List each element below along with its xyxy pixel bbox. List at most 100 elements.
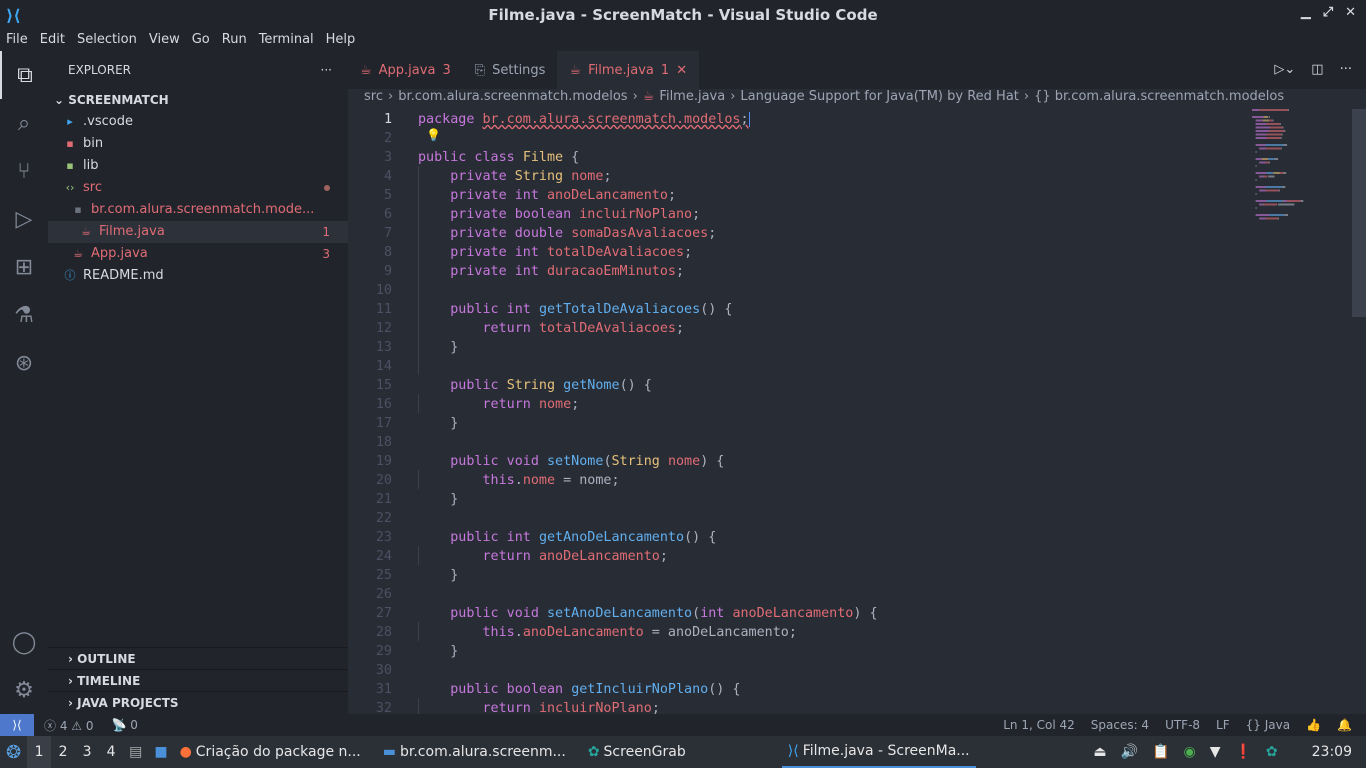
remote-icon[interactable]: ⟩⟨ (0, 714, 34, 736)
code-token: public void (418, 454, 547, 469)
timeline-panel[interactable]: › TIMELINE (48, 669, 348, 691)
notifications-icon[interactable]: 🔔 (1337, 718, 1352, 732)
close-tab-icon[interactable]: ✕ (676, 63, 687, 78)
clock[interactable]: 23:09 (1312, 744, 1352, 760)
menu-view[interactable]: View (143, 30, 186, 51)
eject-icon[interactable]: ⏏ (1093, 744, 1106, 760)
code-token: return (418, 321, 539, 336)
java-projects-panel[interactable]: › JAVA PROJECTS (48, 691, 348, 713)
code-token: getNome (563, 378, 620, 393)
tree-item[interactable]: ▪ bin (48, 133, 348, 155)
menu-run[interactable]: Run (216, 30, 253, 51)
tree-item[interactable]: ▪ br.com.alura.screenmatch.mode... (48, 199, 348, 221)
taskbar-app-label: ScreenGrab (603, 744, 686, 760)
code-token: private (418, 169, 515, 184)
taskbar-app-label: Filme.java - ScreenMa... (802, 743, 970, 759)
taskbar-app[interactable]: ▬ br.com.alura.screenm... (377, 736, 572, 768)
workspace-2[interactable]: 2 (51, 736, 75, 768)
menu-selection[interactable]: Selection (71, 30, 143, 51)
workspace-3[interactable]: 3 (75, 736, 99, 768)
cursor-position[interactable]: Ln 1, Col 42 (1003, 718, 1075, 732)
encoding[interactable]: UTF-8 (1165, 718, 1200, 732)
file-manager-launcher-icon[interactable]: ▤ (123, 736, 148, 768)
workspace-1[interactable]: 1 (27, 736, 52, 768)
folder-lib-icon: ▪ (66, 159, 74, 172)
language-mode[interactable]: {} Java (1246, 718, 1290, 732)
screengrab-tray-icon[interactable]: ✿ (1266, 744, 1278, 760)
git-graph-icon[interactable]: ⊛ (0, 339, 48, 387)
maximize-button[interactable]: ⤢ (1323, 5, 1333, 20)
manage-gear-icon[interactable]: ⚙ (0, 666, 48, 714)
vertical-scrollbar[interactable] (1352, 109, 1366, 317)
code-token: public int (418, 302, 539, 317)
tree-item[interactable]: ☕ Filme.java 1 (48, 221, 348, 243)
lightbulb-icon[interactable]: 💡 (426, 128, 441, 142)
clipboard-icon[interactable]: 📋 (1152, 744, 1169, 760)
code-token: private double (418, 226, 572, 241)
settings-file-icon: ⎘ (474, 62, 486, 78)
breadcrumb-item[interactable]: Filme.java (659, 89, 725, 109)
testing-icon[interactable]: ⚗ (0, 291, 48, 339)
code-token: ) { (700, 454, 725, 469)
java-icon: ☕ (73, 247, 83, 260)
tab-filme-java[interactable]: ☕ Filme.java 1 ✕ (557, 51, 700, 89)
folder-icon: ▪ (74, 203, 82, 216)
breadcrumb-item[interactable]: br.com.alura.screenmatch.modelos (398, 89, 627, 109)
breadcrumb-item[interactable]: src (364, 89, 383, 109)
menu-edit[interactable]: Edit (34, 30, 71, 51)
search-icon[interactable]: ⌕ (0, 99, 48, 147)
workspace-root[interactable]: ⌄ SCREENMATCH (48, 89, 348, 111)
menu-file[interactable]: File (0, 30, 34, 51)
source-control-icon[interactable]: ⑂ (0, 147, 48, 195)
tree-item[interactable]: ▸ .vscode (48, 111, 348, 133)
problems-indicator[interactable]: ⓧ 4 ⚠ 0 (44, 717, 94, 734)
taskbar-app[interactable]: ✿ ScreenGrab (582, 736, 692, 768)
line-number: 31 (375, 682, 392, 697)
code-editor[interactable]: 💡 1 package br.com.alura.screenmatch.mode… (348, 109, 1366, 714)
wifi-icon[interactable]: ▼ (1210, 744, 1221, 760)
eol[interactable]: LF (1216, 718, 1230, 732)
record-icon[interactable]: ◉ (1183, 744, 1195, 760)
tab-settings[interactable]: ⎘ Settings (463, 51, 558, 89)
run-icon[interactable]: ▷⌄ (1274, 62, 1295, 77)
more-actions-icon[interactable]: ··· (321, 63, 332, 77)
breadcrumb-item[interactable]: Language Support for Java(TM) by Red Hat (740, 89, 1018, 109)
outline-panel[interactable]: › OUTLINE (48, 647, 348, 669)
files-icon[interactable]: ⧉ (0, 51, 48, 99)
line-number: 29 (375, 644, 392, 659)
tree-item[interactable]: ⓘ README.md (48, 265, 348, 287)
update-notifier-icon[interactable]: ❗ (1234, 744, 1251, 760)
code-line: } (418, 414, 458, 433)
accounts-icon[interactable]: ◯ (0, 618, 48, 666)
code-token: getIncluirNoPlano (571, 682, 709, 697)
code-token: String (506, 378, 564, 393)
run-debug-icon[interactable]: ▷ (0, 195, 48, 243)
tree-item[interactable]: ☕ App.java 3 (48, 243, 348, 265)
tree-item[interactable]: ▪ lib (48, 155, 348, 177)
menu-go[interactable]: Go (186, 30, 216, 51)
menu-help[interactable]: Help (320, 30, 362, 51)
taskbar-app[interactable]: ⟩⟨ Filme.java - ScreenMa... (781, 736, 976, 768)
tree-item[interactable]: ‹› src (48, 177, 348, 199)
explorer-title: EXPLORER (68, 63, 131, 77)
indentation[interactable]: Spaces: 4 (1091, 718, 1149, 732)
start-menu-icon[interactable]: ❂ (0, 736, 27, 768)
minimap[interactable] (1252, 109, 1352, 239)
breadcrumb-item[interactable]: {} br.com.alura.screenmatch.modelos (1034, 89, 1284, 109)
workspace-4[interactable]: 4 (99, 736, 123, 768)
minimize-button[interactable]: ▁ (1301, 5, 1311, 20)
code-token: String (514, 169, 572, 184)
split-editor-icon[interactable]: ◫ (1311, 62, 1323, 77)
volume-icon[interactable]: 🔊 (1121, 744, 1138, 760)
line-number: 2 (383, 131, 392, 146)
close-button[interactable]: ✕ (1345, 5, 1356, 20)
ports-indicator[interactable]: 📡 0 (112, 718, 138, 732)
tab-app-java[interactable]: ☕ App.java 3 (348, 51, 463, 89)
menu-terminal[interactable]: Terminal (253, 30, 320, 51)
extensions-icon[interactable]: ⊞ (0, 243, 48, 291)
taskbar-app[interactable]: ● Criação do package n... (174, 736, 367, 768)
feedback-icon[interactable]: 👍 (1306, 718, 1321, 732)
minimap-mark (1272, 119, 1274, 122)
desktop-launcher-icon[interactable]: ■ (148, 736, 173, 768)
more-actions-icon[interactable]: ··· (1340, 62, 1352, 77)
